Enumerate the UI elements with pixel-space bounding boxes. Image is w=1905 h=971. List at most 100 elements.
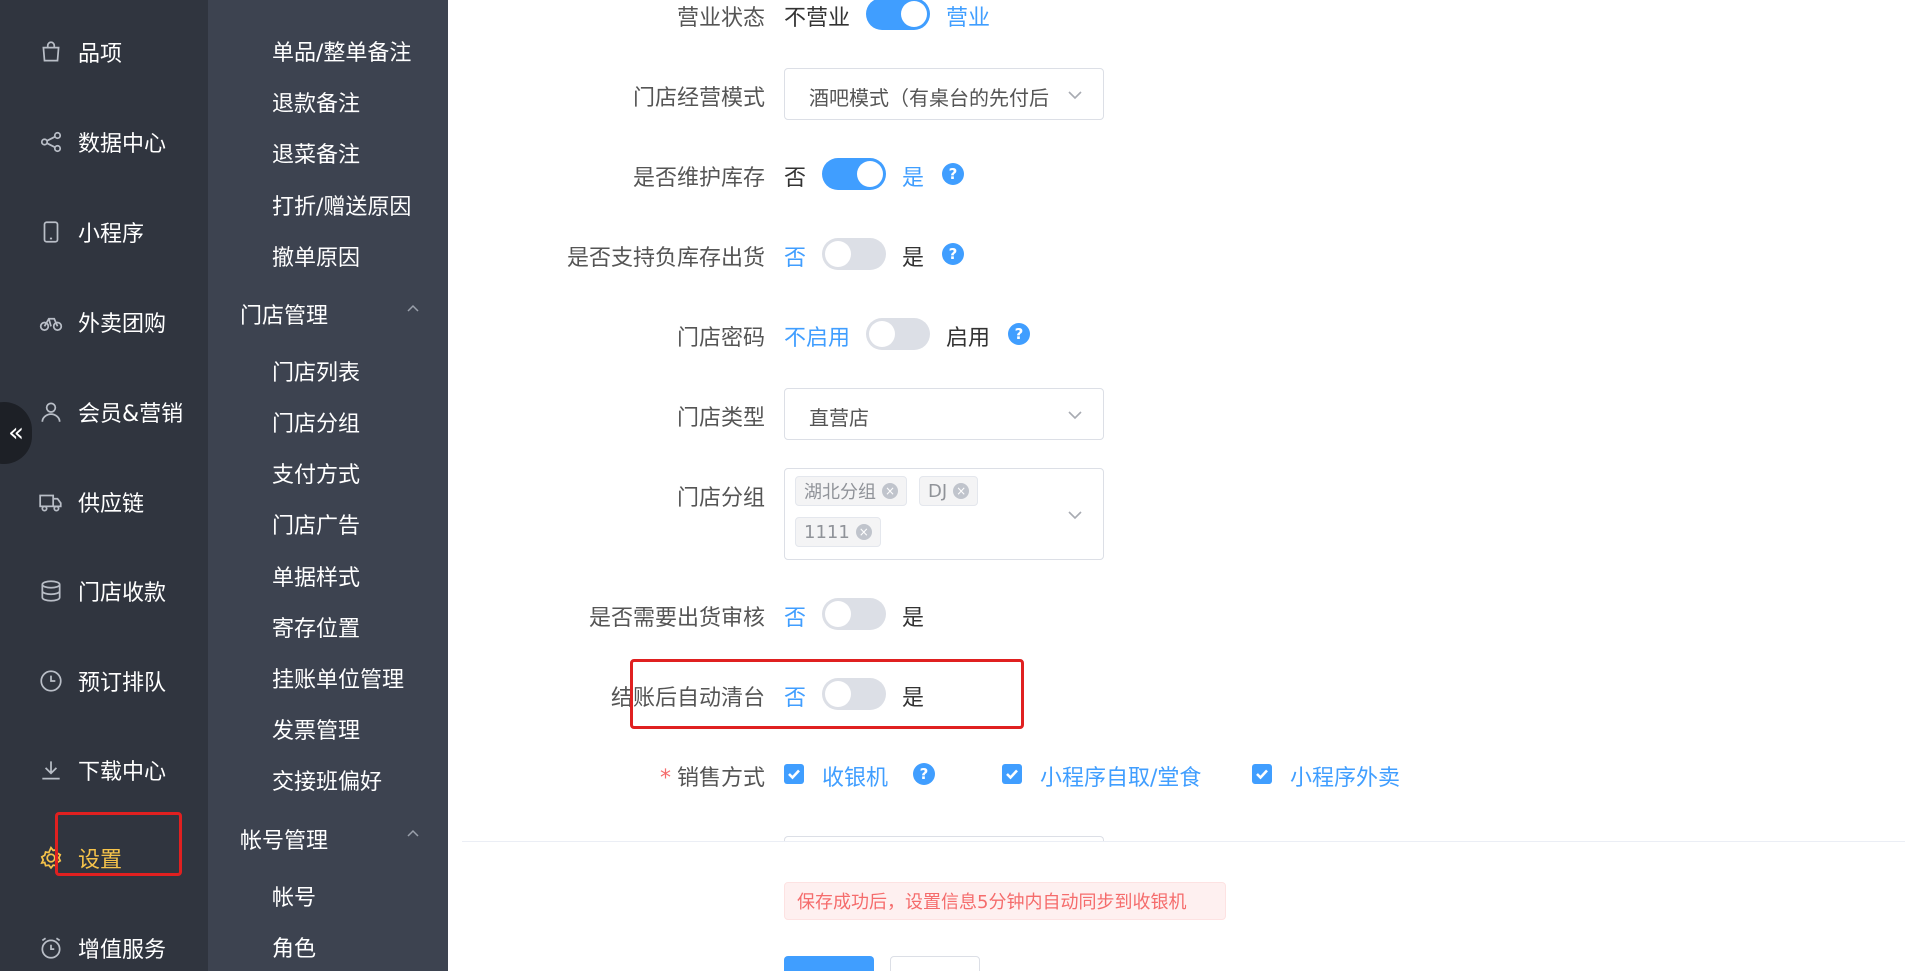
subnav-item[interactable]: 退菜备注	[272, 137, 360, 169]
label-shipment-review: 是否需要出货审核	[588, 606, 765, 631]
business-status-switch[interactable]	[866, 0, 930, 30]
clock-icon	[37, 667, 65, 695]
store-password-switch[interactable]	[866, 318, 930, 350]
store-mode-select[interactable]: 酒吧模式（有桌台的先付后	[784, 68, 1104, 120]
label-store-mode: 门店经营模式	[632, 86, 765, 111]
share-icon	[37, 128, 65, 156]
sidebar-item-label: 品项	[78, 42, 123, 67]
check-icon	[1006, 769, 1018, 780]
subnav-item[interactable]: 挂账单位管理	[272, 662, 404, 694]
save-button[interactable]	[784, 956, 874, 971]
select-value: 酒吧模式（有桌台的先付后	[809, 86, 1049, 110]
subnav-item[interactable]: 门店广告	[272, 508, 360, 540]
switch-on-text: 是	[902, 606, 925, 631]
select-value: 直营店	[809, 406, 869, 430]
subnav-group-account-management[interactable]: 帐号管理	[240, 823, 328, 855]
negative-stock-switch[interactable]	[822, 238, 886, 270]
checkbox-label[interactable]: 小程序自取/堂食	[1040, 760, 1201, 792]
check-icon	[1256, 769, 1268, 780]
shipment-review-switch[interactable]	[822, 598, 886, 630]
switch-off-text: 否	[784, 246, 807, 271]
help-icon[interactable]: ?	[942, 243, 964, 265]
tag-chip: 1111 ×	[795, 517, 881, 547]
switch-off-text: 不营业	[784, 6, 851, 31]
store-group-multiselect[interactable]: 湖北分组 × DJ × 1111 ×	[784, 468, 1104, 560]
subnav-item[interactable]: 单品/整单备注	[272, 35, 411, 67]
subnav-item[interactable]: 门店分组	[272, 406, 360, 438]
subnav-item[interactable]: 门店列表	[272, 355, 360, 387]
maintain-stock-switch[interactable]	[822, 158, 886, 190]
tag-close-icon[interactable]: ×	[953, 483, 970, 499]
sidebar-item-reservation[interactable]: 预订排队	[0, 651, 208, 711]
sidebar-item-label: 预订排队	[78, 671, 167, 696]
help-icon[interactable]: ?	[1008, 323, 1030, 345]
highlight-auto-clear	[630, 659, 1024, 729]
checkbox-cashier[interactable]	[784, 764, 804, 784]
switch-on-text: 是	[902, 246, 925, 271]
tag-close-icon[interactable]: ×	[882, 483, 898, 499]
label-maintain-stock: 是否维护库存	[632, 166, 765, 191]
sidebar-item-label: 门店收款	[78, 581, 167, 606]
sidebar-item-label: 增值服务	[78, 938, 167, 963]
switch-off-text: 否	[784, 166, 807, 191]
subnav-item[interactable]: 单据样式	[272, 560, 360, 592]
highlight-settings	[55, 812, 182, 876]
sidebar-item-value-added[interactable]: 增值服务	[0, 918, 208, 971]
switch-on-text: 是	[902, 166, 925, 191]
tag-label: DJ	[928, 480, 948, 502]
subnav-item[interactable]: 寄存位置	[272, 611, 360, 643]
sidebar-item-download-center[interactable]: 下载中心	[0, 740, 208, 800]
tag-label: 1111	[804, 521, 850, 543]
store-type-select[interactable]: 直营店	[784, 388, 1104, 440]
download-icon	[37, 756, 65, 784]
label-store-type: 门店类型	[676, 406, 765, 431]
subnav-group-store-management[interactable]: 门店管理	[240, 298, 328, 330]
subnav-item[interactable]: 帐号	[272, 880, 316, 912]
sidebar-item-label: 数据中心	[78, 132, 167, 157]
coins-icon	[37, 577, 65, 605]
checkbox-label[interactable]: 小程序外卖	[1290, 760, 1400, 792]
checkbox-delivery[interactable]	[1252, 764, 1272, 784]
sidebar-item-delivery[interactable]: 外卖团购	[0, 292, 208, 352]
sidebar-item-label: 下载中心	[78, 760, 167, 785]
chevron-up-icon[interactable]	[406, 827, 420, 841]
sidebar-item-label: 供应链	[78, 492, 145, 517]
checkbox-label[interactable]: 收银机	[822, 760, 888, 792]
tag-label: 湖北分组	[804, 482, 876, 503]
sidebar-item-products[interactable]: 品项	[0, 22, 208, 82]
subnav-item[interactable]: 支付方式	[272, 457, 360, 489]
chevron-down-icon	[1068, 411, 1082, 420]
help-icon[interactable]: ?	[913, 763, 935, 785]
required-mark: *	[659, 766, 671, 791]
cancel-button[interactable]	[890, 956, 980, 971]
footer-divider	[462, 841, 1905, 842]
label-store-group: 门店分组	[676, 486, 765, 511]
sidebar-item-label: 小程序	[78, 222, 145, 247]
tag-chip: 湖北分组 ×	[795, 476, 907, 506]
subnav-item[interactable]: 撤单原因	[272, 240, 360, 272]
help-icon[interactable]: ?	[942, 163, 964, 185]
settings-form	[448, 0, 1905, 971]
subnav-item[interactable]: 打折/赠送原因	[272, 189, 411, 221]
chevron-up-icon[interactable]	[406, 302, 420, 316]
subnav-item[interactable]: 退款备注	[272, 86, 360, 118]
tag-close-icon[interactable]: ×	[855, 524, 872, 540]
sidebar-item-store-payment[interactable]: 门店收款	[0, 561, 208, 621]
sidebar-item-label: 外卖团购	[78, 312, 167, 337]
sidebar-item-mini-program[interactable]: 小程序	[0, 202, 208, 262]
subnav-item[interactable]: 交接班偏好	[272, 764, 382, 796]
sync-notice: 保存成功后，设置信息5分钟内自动同步到收银机	[784, 882, 1226, 920]
bike-icon	[37, 308, 65, 336]
sidebar-item-supply-chain[interactable]: 供应链	[0, 472, 208, 532]
subnav-item[interactable]: 角色	[272, 931, 316, 963]
subnav-item[interactable]: 发票管理	[272, 713, 360, 745]
sidebar-item-data-center[interactable]: 数据中心	[0, 112, 208, 172]
label-business-status: 营业状态	[676, 6, 765, 31]
checkbox-pickup-dine-in[interactable]	[1002, 764, 1022, 784]
user-icon	[37, 398, 65, 426]
chevron-down-icon	[1068, 91, 1082, 100]
switch-on-text: 启用	[946, 326, 991, 351]
alarm-icon	[37, 934, 65, 962]
chevron-down-icon	[1068, 511, 1082, 520]
switch-off-text: 不启用	[784, 326, 851, 351]
